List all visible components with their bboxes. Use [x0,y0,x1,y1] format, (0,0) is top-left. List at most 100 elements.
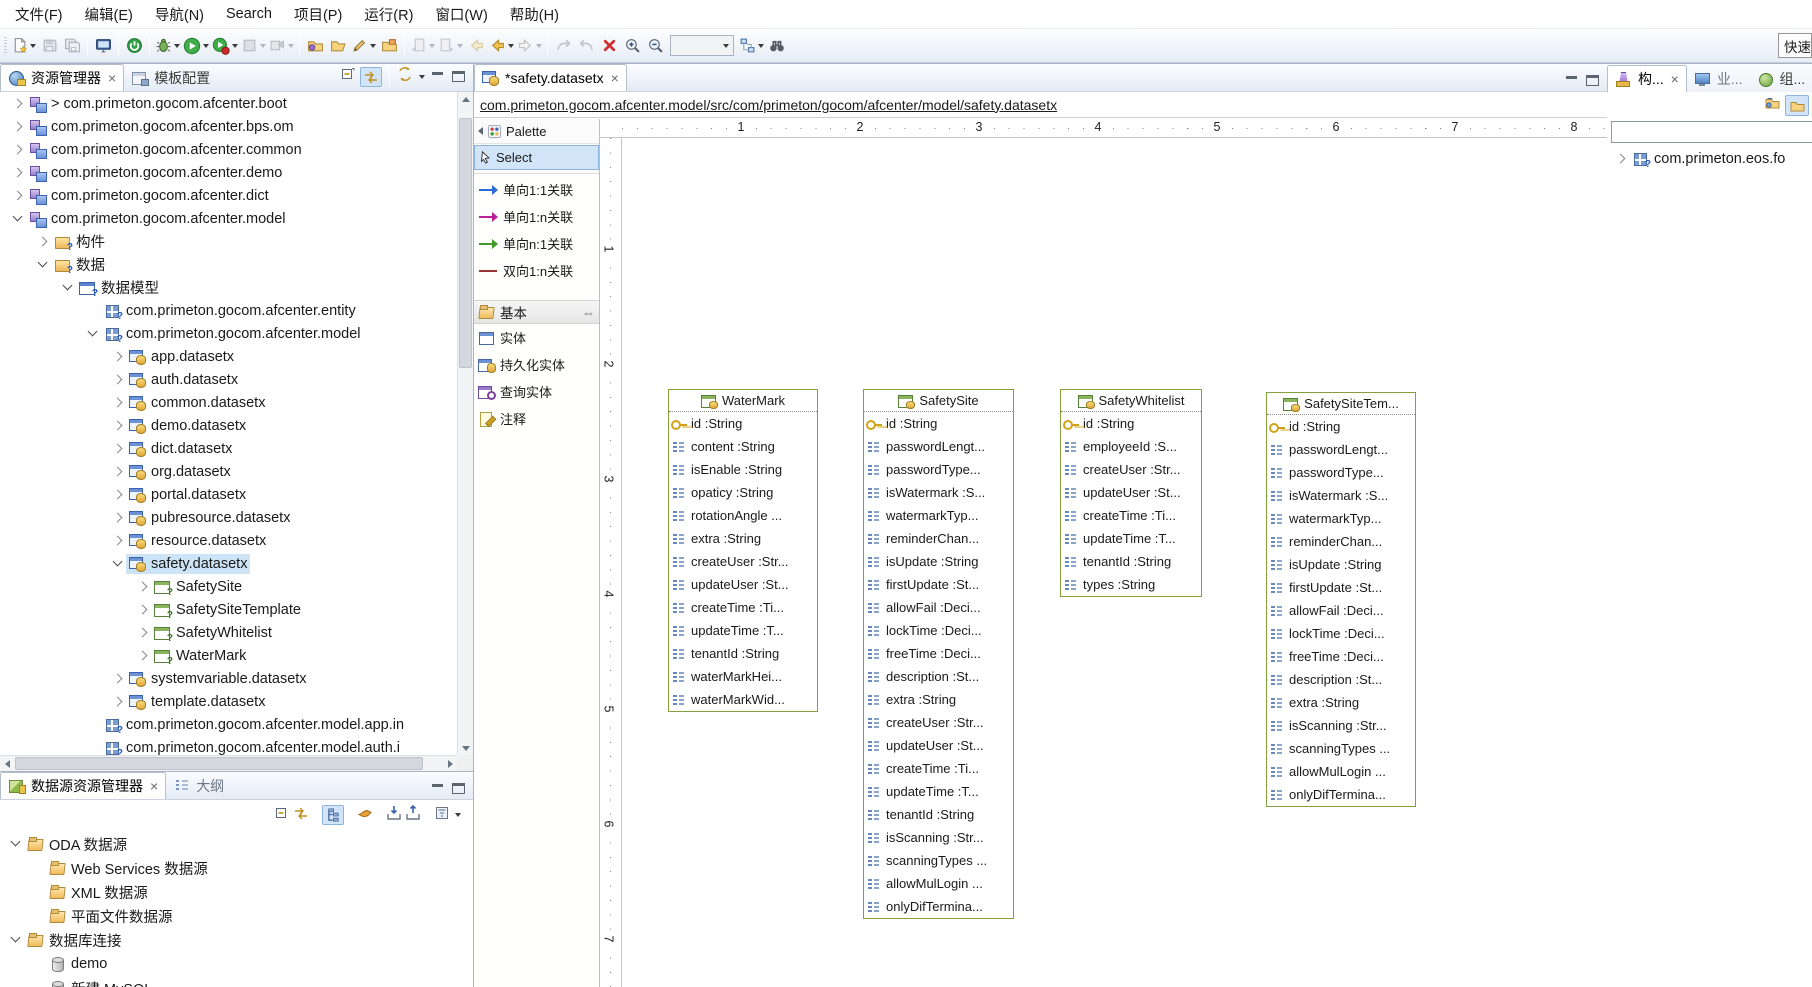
explorer-vertical-scrollbar[interactable] [457,92,473,755]
entity-field[interactable]: passwordType... [864,458,1013,481]
tree-row[interactable]: 数据库连接 [0,928,473,952]
view-menu-button[interactable] [455,813,461,817]
entity-field[interactable]: scanningTypes ... [1267,737,1415,760]
console-button[interactable] [92,34,114,58]
diagram-layout-button[interactable] [738,34,765,58]
tree-row[interactable]: com.primeton.gocom.afcenter.common [0,138,457,161]
tree-row[interactable]: com.primeton.gocom.afcenter.bps.om [0,115,457,138]
palette-header[interactable]: Palette [474,119,599,144]
palette-item[interactable]: 注释 [474,405,599,432]
collapse-all-button[interactable] [340,66,356,87]
save-button[interactable] [38,34,60,58]
expander-icon[interactable] [10,96,26,112]
import-button[interactable] [386,805,402,826]
save-all-button[interactable] [61,34,83,58]
entity-field[interactable]: isUpdate :String [1267,553,1415,576]
collapse-all-button[interactable] [274,805,290,826]
scroll-up-arrow[interactable] [458,92,474,106]
expander-icon[interactable] [110,671,126,687]
entity-field[interactable]: scanningTypes ... [864,849,1013,872]
tree-row[interactable]: pubresource.datasetx [0,506,457,529]
minimize-editor-button[interactable] [1563,74,1580,87]
entity-field[interactable]: firstUpdate :St... [1267,576,1415,599]
entity-field[interactable]: lockTime :Deci... [1267,622,1415,645]
entity-field[interactable]: createTime :Ti... [1061,504,1201,527]
entity-field[interactable]: firstUpdate :St... [864,573,1013,596]
expander-icon[interactable] [30,956,46,972]
expander-icon[interactable] [10,188,26,204]
last-edit-location-button[interactable] [465,34,487,58]
expander-icon[interactable] [10,165,26,181]
zoom-combo-arrow[interactable] [723,44,729,48]
expander-icon[interactable] [35,234,51,250]
palette-select-tool[interactable]: Select [474,145,599,170]
expander-icon[interactable] [85,326,101,342]
expander-icon[interactable] [30,884,46,900]
forward-button-disabled[interactable] [516,34,543,58]
debug-dropdown-arrow[interactable] [174,44,180,48]
expander-icon[interactable] [1613,151,1629,167]
entity-field[interactable]: lockTime :Deci... [864,619,1013,642]
tree-row[interactable]: SafetySite [0,575,457,598]
tree-row[interactable]: demo [0,952,473,976]
entity-field[interactable]: updateTime :T... [669,619,817,642]
tab-close-icon[interactable]: × [150,778,158,794]
expander-icon[interactable] [35,257,51,273]
annotate-dropdown-arrow[interactable] [370,44,376,48]
tab-safety-datasetx[interactable]: *safety.datasetx × [474,64,627,91]
tab-template-config[interactable]: 模板配置 [124,64,217,91]
section-pin-icon[interactable]: ⇔ [582,305,595,320]
palette-tool[interactable]: 单向1:n关联 [474,203,599,230]
expander-icon[interactable] [110,349,126,365]
new-wizard-button[interactable] [10,34,37,58]
next-annotation-dropdown[interactable] [457,44,463,48]
entity-field[interactable]: createUser :Str... [1061,458,1201,481]
tree-row[interactable]: SafetyWhitelist [0,621,457,644]
expander-icon[interactable] [8,836,24,852]
entity-field[interactable]: description :St... [864,665,1013,688]
entity-field[interactable]: isWatermark :S... [1267,484,1415,507]
refresh-button[interactable] [397,66,413,87]
tree-row[interactable]: 构件 [0,230,457,253]
menu-item[interactable]: 窗口(W) [424,0,498,28]
entity-field[interactable]: allowFail :Deci... [864,596,1013,619]
expander-icon[interactable] [10,211,26,227]
tree-row[interactable]: resource.datasetx [0,529,457,552]
expander-icon[interactable] [60,280,76,296]
tab-close-icon[interactable]: × [108,70,116,86]
external-dropdown-arrow[interactable] [288,44,294,48]
tree-row[interactable]: safety.datasetx [0,552,457,575]
entity-field[interactable]: updateUser :St... [1061,481,1201,504]
palette-tool[interactable]: 双向1:n关联 [474,257,599,284]
expander-icon[interactable] [110,694,126,710]
expander-icon[interactable] [110,395,126,411]
entity-field[interactable]: id :String [1267,415,1415,438]
delete-button[interactable] [598,34,620,58]
tree-row[interactable]: com.primeton.gocom.afcenter.dict [0,184,457,207]
tree-row[interactable]: auth.datasetx [0,368,457,391]
tree-row[interactable]: com.primeton.gocom.afcenter.model.app.in [0,713,457,736]
entity-field[interactable]: updateUser :St... [864,734,1013,757]
tree-row[interactable]: com.primeton.gocom.afcenter.entity [0,299,457,322]
maximize-editor-button[interactable] [1584,74,1601,87]
menu-item[interactable]: 文件(F) [4,0,74,28]
entity-field[interactable]: isEnable :String [669,458,817,481]
coverage-button-disabled[interactable] [240,34,267,58]
expander-icon[interactable] [85,740,101,756]
entity-field[interactable]: tenantId :String [669,642,817,665]
entity-field[interactable]: isScanning :Str... [1267,714,1415,737]
previous-annotation-button-disabled[interactable] [409,34,436,58]
tree-mode-button[interactable] [322,805,344,825]
expander-icon[interactable] [85,303,101,319]
redo-button-disabled[interactable] [575,34,597,58]
tree-row[interactable]: ODA 数据源 [0,832,473,856]
palette-item[interactable]: 实体 [474,324,599,351]
tree-row[interactable]: org.datasetx [0,460,457,483]
entity-field[interactable]: id :String [669,412,817,435]
tree-row[interactable]: com.primeton.gocom.afcenter.model [0,322,457,345]
entity-field[interactable]: createUser :Str... [864,711,1013,734]
scrollbar-thumb[interactable] [15,757,423,770]
scrollbar-thumb[interactable] [459,118,472,368]
entity-field[interactable]: isUpdate :String [864,550,1013,573]
tab-resource-explorer[interactable]: 资源管理器 × [0,64,124,91]
